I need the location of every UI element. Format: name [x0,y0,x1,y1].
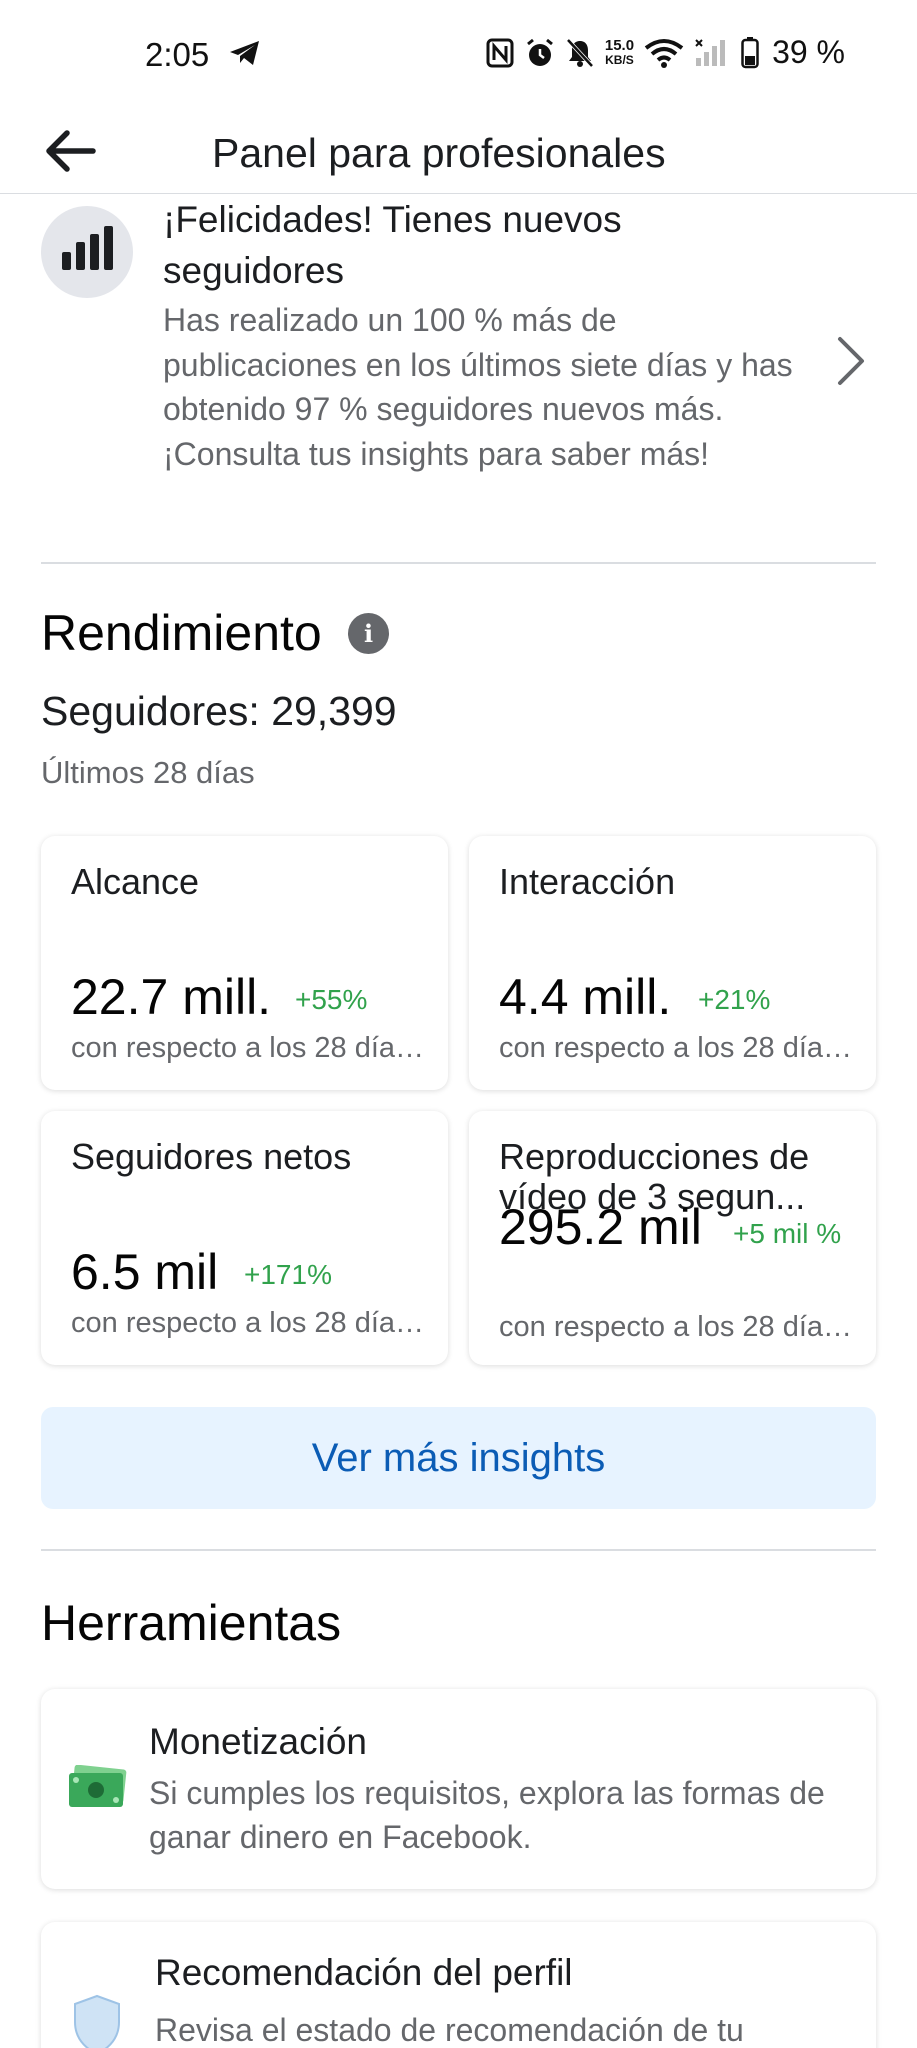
tool-title: Monetización [149,1721,368,1762]
network-speed: 15.0 KB/S [605,38,634,68]
back-button[interactable] [40,126,100,176]
metric-change: +171% [244,1259,332,1290]
money-icon [67,1764,129,1811]
shield-icon [69,1992,125,2048]
tool-profile-recommendation[interactable]: Recomendación del perfil Revisa el estad… [41,1922,876,2048]
metric-card-reach[interactable]: Alcance 22.7 mill. +55% con respecto a l… [41,836,448,1090]
status-icons: 15.0 KB/S 39 % [485,34,845,71]
tool-monetization[interactable]: Monetización Si cumples los requisitos, … [41,1689,876,1889]
metric-card-net-followers[interactable]: Seguidores netos 6.5 mil +171% con respe… [41,1111,448,1365]
app-header: Panel para profesionales [0,108,917,194]
tools-title: Herramientas [41,1595,342,1651]
bar-chart-icon [41,206,133,298]
battery-icon [740,36,760,70]
metric-label: Alcance [71,861,200,902]
network-speed-unit: KB/S [605,52,634,67]
metric-change: +55% [295,984,368,1015]
wifi-icon [644,36,684,70]
info-icon[interactable]: i [348,613,389,654]
metric-value: 4.4 mill. [499,969,672,1025]
divider [41,1549,876,1551]
telegram-icon [228,38,262,68]
performance-title: Rendimiento [41,605,322,661]
nfc-icon [485,36,515,70]
status-bar: 2:05 15.0 KB/S 39 % [0,0,917,108]
back-arrow-icon [46,130,96,172]
tool-title: Recomendación del perfil [155,1952,573,1993]
metric-label: Seguidores netos [71,1136,352,1177]
metric-value: 6.5 mil [71,1244,219,1300]
status-time: 2:05 [145,36,210,73]
followers-insight-card[interactable]: ¡Felicidades! Tienes nuevos seguidores H… [0,194,917,564]
metric-value: 295.2 mil [499,1199,702,1255]
insight-body: Has realizado un 100 % más de publicacio… [163,302,793,472]
metric-label: Interacción [499,861,676,902]
metric-value: 22.7 mill. [71,969,272,1025]
network-speed-value: 15.0 [604,36,635,54]
metric-note: con respecto a los 28 días anteriores [499,1311,859,1343]
chevron-right-icon [830,331,870,391]
divider [41,562,876,564]
tool-description: Revisa el estado de recomendación de tu [155,2012,744,2048]
metric-note: con respecto a los 28 días anteriores [499,1032,859,1064]
metric-change: +5 mil % [733,1218,842,1249]
metric-card-video-views[interactable]: Reproducciones de vídeo de 3 segun... 29… [469,1111,876,1365]
battery-percentage: 39 % [772,34,845,70]
tool-description: Si cumples los requisitos, explora las f… [149,1775,825,1855]
metric-note: con respecto a los 28 días anteriores [71,1307,431,1339]
metric-change: +21% [698,984,771,1015]
metric-card-engagement[interactable]: Interacción 4.4 mill. +21% con respecto … [469,836,876,1090]
insight-title: ¡Felicidades! Tienes nuevos seguidores [163,199,622,291]
metric-note: con respecto a los 28 días anteriores [71,1032,431,1064]
page-title: Panel para profesionales [212,130,666,176]
followers-count: Seguidores: 29,399 [41,688,397,734]
see-more-insights-button[interactable]: Ver más insights [41,1407,876,1509]
period-label: Últimos 28 días [41,755,255,790]
signal-icon [694,36,730,70]
alarm-icon [525,36,555,70]
mute-icon [565,36,595,70]
